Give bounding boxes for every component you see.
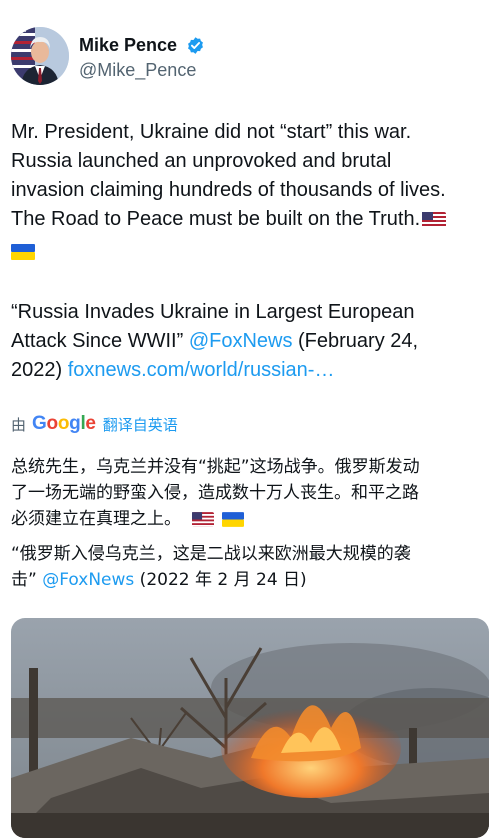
tweet-media-image[interactable] (11, 618, 489, 838)
us-flag-icon (192, 509, 215, 535)
tweet-line: Mr. President, Ukraine did not “start” t… (11, 121, 412, 143)
author-names: Mike Pence @Mike_Pence (79, 35, 205, 81)
translated-by-label: 由 (11, 416, 27, 434)
translated-line: 总统先生，乌克兰并没有“挑起”这场战争。俄罗斯发动 (11, 457, 420, 477)
translated-from-english-link[interactable]: 翻译自英语 (103, 414, 178, 435)
tweet-line: The Road to Peace must be built on the T… (11, 208, 421, 230)
avatar[interactable] (11, 27, 69, 85)
tweet-line: “Russia Invades Ukraine in Largest Europ… (11, 301, 415, 323)
ukraine-flag-icon (11, 240, 35, 269)
mention-link[interactable]: @FoxNews (42, 570, 134, 590)
us-flag-icon (422, 208, 447, 237)
translated-paragraph: 总统先生，乌克兰并没有“挑起”这场战争。俄罗斯发动 了一场无端的野蛮入侵，造成数… (11, 454, 493, 535)
translated-line: 击” (11, 570, 43, 590)
article-link[interactable]: foxnews.com/world/russian-… (68, 359, 335, 381)
tweet-line: (February 24, (292, 330, 419, 352)
translated-text: 总统先生，乌克兰并没有“挑起”这场战争。俄罗斯发动 了一场无端的野蛮入侵，造成数… (11, 454, 493, 593)
translation-attribution: 由 Google 翻译自英语 (11, 411, 178, 437)
quoted-paragraph: “Russia Invades Ukraine in Largest Europ… (11, 298, 491, 385)
tweet-line: Attack Since WWII” (11, 330, 189, 352)
verified-badge-icon (187, 36, 203, 54)
handle[interactable]: @Mike_Pence (79, 59, 205, 81)
translated-quote: “俄罗斯入侵乌克兰，这是二战以来欧洲最大规模的袭 击” @FoxNews (20… (11, 541, 493, 593)
google-logo: Google (32, 413, 96, 434)
mention-link[interactable]: @FoxNews (189, 330, 293, 352)
translated-line: 了一场无端的野蛮入侵，造成数十万人丧生。和平之路 (11, 483, 419, 503)
tweet-line: Russia launched an unprovoked and brutal (11, 150, 392, 172)
tweet-header: Mike Pence @Mike_Pence (11, 27, 491, 91)
tweet-line: invasion claiming hundreds of thousands … (11, 179, 446, 201)
ukraine-flag-icon (221, 509, 244, 535)
translated-line: 必须建立在真理之上。 (11, 509, 181, 529)
translated-line: “俄罗斯入侵乌克兰，这是二战以来欧洲最大规模的袭 (11, 544, 411, 564)
tweet-paragraph: Mr. President, Ukraine did not “start” t… (11, 118, 491, 269)
tweet-line: 2022) (11, 359, 68, 381)
tweet-text: Mr. President, Ukraine did not “start” t… (11, 118, 491, 385)
translated-line: (2022 年 2 月 24 日) (134, 570, 307, 590)
display-name[interactable]: Mike Pence (79, 35, 177, 55)
